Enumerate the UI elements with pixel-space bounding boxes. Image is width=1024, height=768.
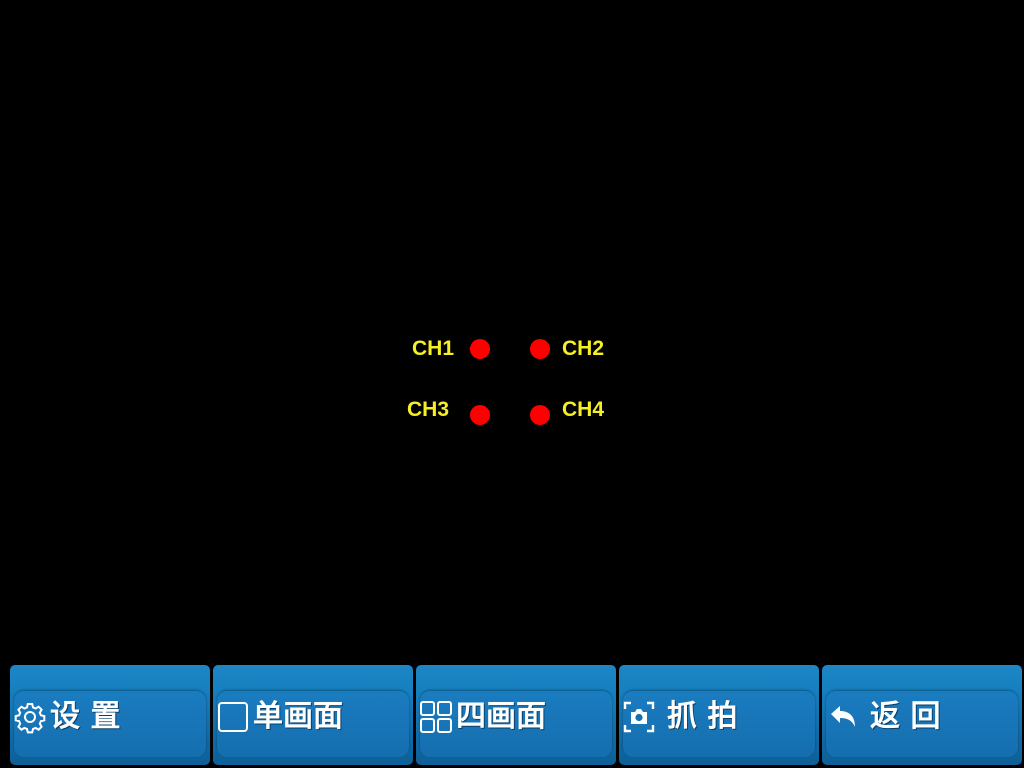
quad-screen-icon [420,701,452,733]
back-button-label: 返 回 [870,699,941,734]
video-preview-screen: CH1 CH2 CH3 CH4 设 置 单画面 四画面 抓 拍 返 回 [0,0,1024,768]
snapshot-button-label: 抓 拍 [667,699,738,734]
gear-icon [14,703,46,734]
settings-button-label: 设 置 [50,699,121,734]
settings-button[interactable]: 设 置 [10,665,210,765]
channel-label-ch3: CH3 [407,398,450,421]
quad-screen-button-label: 四画面 [456,699,546,734]
channel-status-dot-ch3 [470,405,490,425]
channel-status-dot-ch4 [530,405,550,425]
channel-label-ch2: CH2 [562,337,605,360]
channel-label-ch4: CH4 [562,398,605,421]
snapshot-button[interactable]: 抓 拍 [619,665,819,765]
back-button[interactable]: 返 回 [822,665,1022,765]
quad-screen-button[interactable]: 四画面 [416,665,616,765]
bottom-toolbar: 设 置 单画面 四画面 抓 拍 返 回 [0,662,1024,768]
channel-status-dot-ch2 [530,339,550,359]
channel-status-dot-ch1 [470,339,490,359]
camera-icon [623,701,655,733]
channel-label-ch1: CH1 [412,337,455,360]
back-arrow-icon [831,706,855,727]
single-screen-icon [218,702,248,732]
single-screen-button[interactable]: 单画面 [213,665,413,765]
single-screen-button-label: 单画面 [253,699,343,734]
